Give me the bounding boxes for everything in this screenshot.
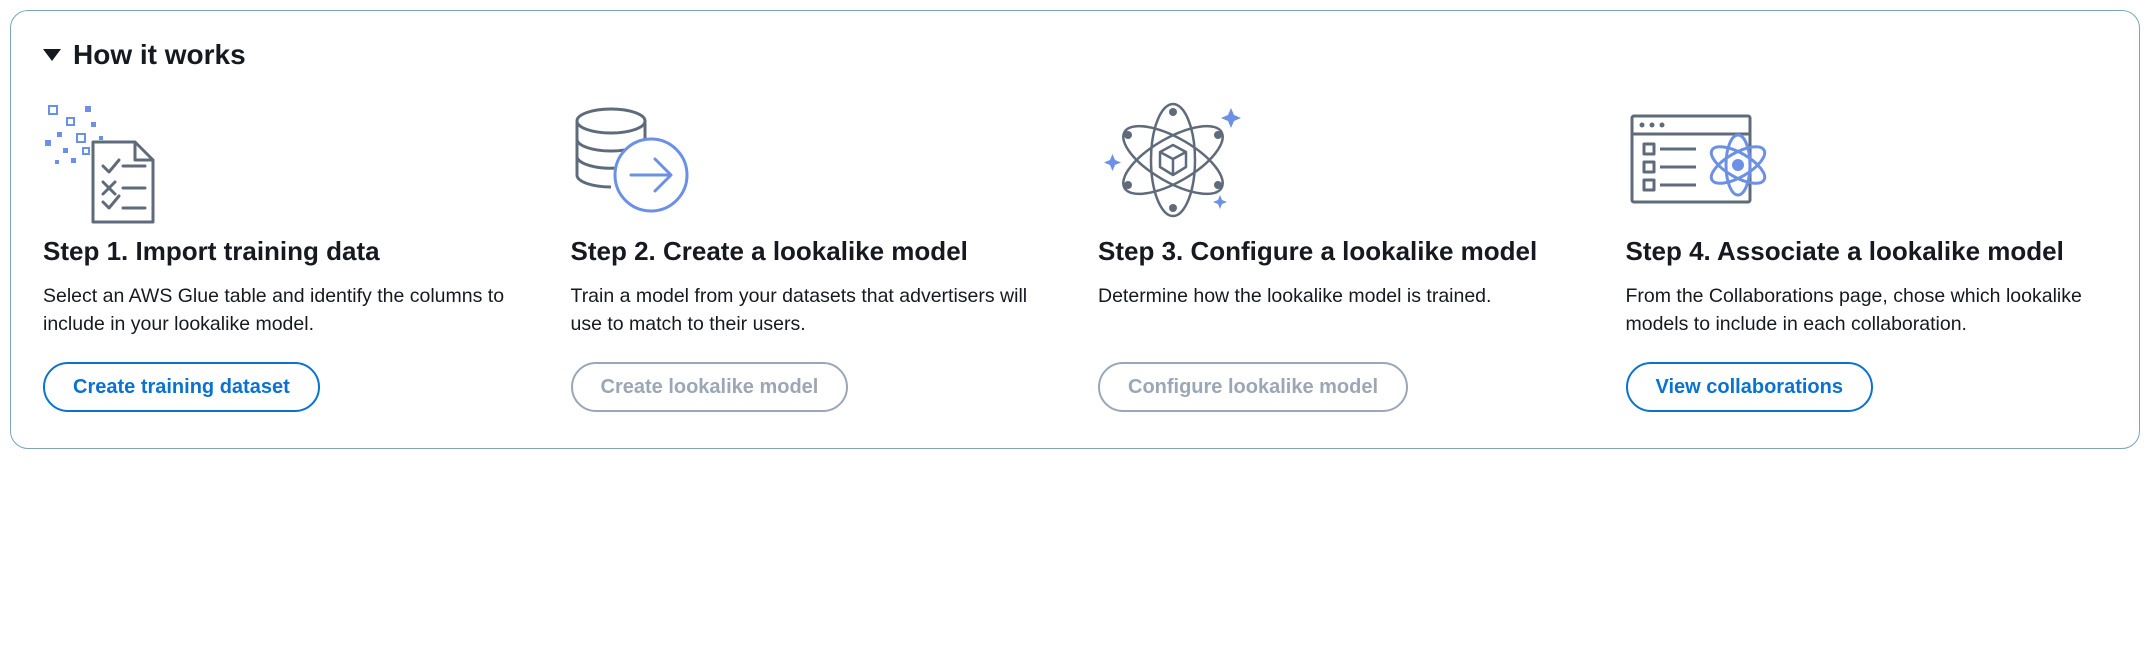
view-collaborations-button[interactable]: View collaborations <box>1626 362 1873 412</box>
step-1: Step 1. Import training data Select an A… <box>43 95 525 412</box>
create-training-dataset-button[interactable]: Create training dataset <box>43 362 320 412</box>
import-data-icon <box>43 95 525 235</box>
step-4: Step 4. Associate a lookalike model From… <box>1626 95 2108 412</box>
step-description: Train a model from your datasets that ad… <box>571 282 1053 339</box>
collapse-caret-icon[interactable] <box>43 49 61 61</box>
how-it-works-panel: How it works <box>10 10 2140 449</box>
panel-header[interactable]: How it works <box>43 39 2107 71</box>
configure-model-icon <box>1098 95 1580 235</box>
create-lookalike-model-button: Create lookalike model <box>571 362 849 412</box>
associate-model-icon <box>1626 95 2108 235</box>
create-model-icon <box>571 95 1053 235</box>
step-3: Step 3. Configure a lookalike model Dete… <box>1098 95 1580 412</box>
steps-row: Step 1. Import training data Select an A… <box>43 95 2107 412</box>
step-title: Step 3. Configure a lookalike model <box>1098 235 1580 268</box>
step-description: From the Collaborations page, chose whic… <box>1626 282 2108 339</box>
step-2: Step 2. Create a lookalike model Train a… <box>571 95 1053 412</box>
step-description: Determine how the lookalike model is tra… <box>1098 282 1580 339</box>
step-title: Step 2. Create a lookalike model <box>571 235 1053 268</box>
step-description: Select an AWS Glue table and identify th… <box>43 282 525 339</box>
step-title: Step 1. Import training data <box>43 235 525 268</box>
step-title: Step 4. Associate a lookalike model <box>1626 235 2108 268</box>
configure-lookalike-model-button: Configure lookalike model <box>1098 362 1408 412</box>
panel-title: How it works <box>73 39 246 71</box>
